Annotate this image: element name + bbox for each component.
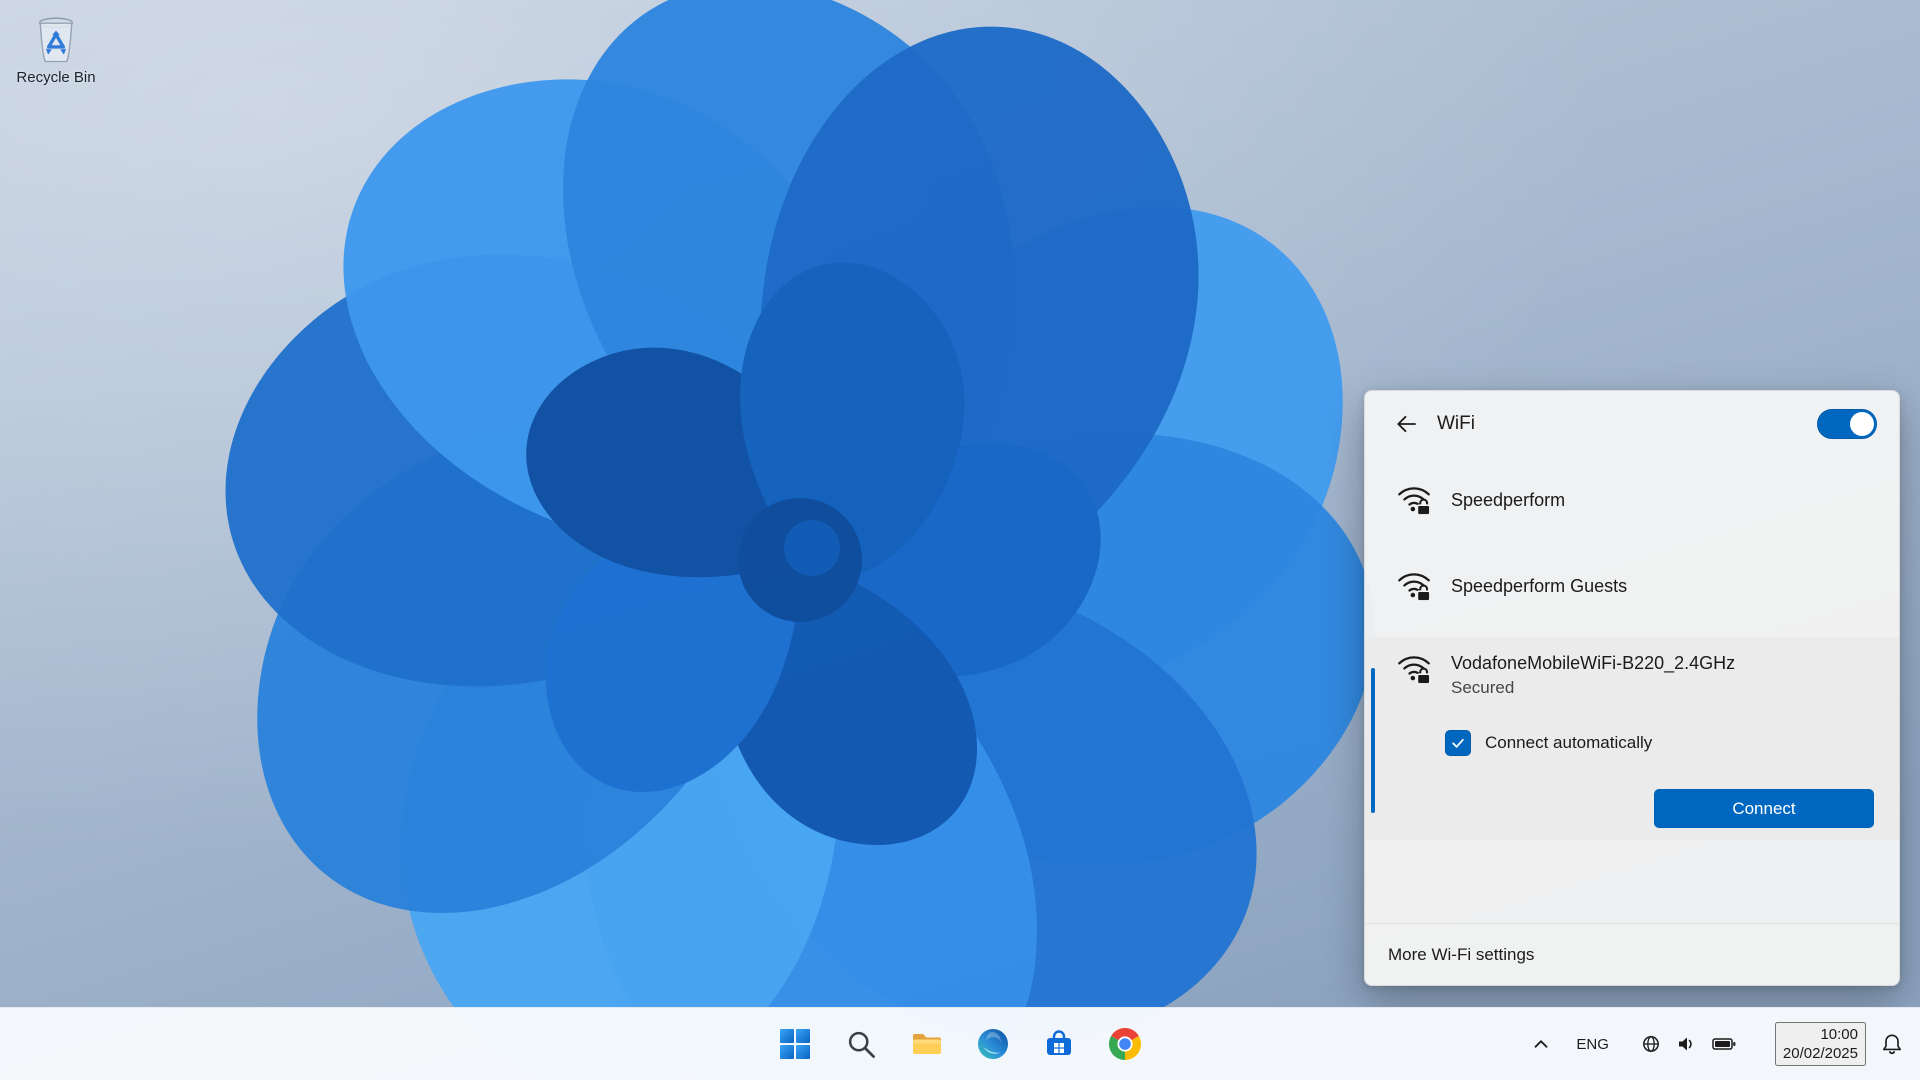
file-explorer-button[interactable] xyxy=(905,1022,949,1066)
clock[interactable]: 10:00 20/02/2025 xyxy=(1774,1022,1866,1066)
recycle-bin-label: Recycle Bin xyxy=(16,69,96,86)
taskbar-tray: ENG 10:00 20/02/2025 xyxy=(1524,1008,1910,1080)
selection-indicator xyxy=(1371,668,1375,813)
selected-network-name: VodafoneMobileWiFi-B220_2.4GHz xyxy=(1451,653,1736,673)
volume-icon xyxy=(1678,1037,1692,1051)
network-list: Speedperform Speedperform Guests Vodafon… xyxy=(1365,457,1899,840)
chevron-up-icon xyxy=(1534,1040,1548,1048)
network-name: Speedperform Guests xyxy=(1451,575,1628,596)
connect-automatically-row[interactable]: Connect automatically xyxy=(1445,730,1652,756)
battery-icon xyxy=(1712,1038,1736,1050)
wifi-toggle[interactable] xyxy=(1817,409,1877,439)
wifi-panel-header: WiFi xyxy=(1365,391,1899,457)
start-icon xyxy=(780,1029,810,1059)
chrome-button[interactable] xyxy=(1103,1022,1147,1066)
edge-button[interactable] xyxy=(971,1022,1015,1066)
recycle-bin-icon xyxy=(39,17,73,63)
checkmark-icon xyxy=(1452,738,1464,748)
quick-settings-icons xyxy=(1641,1034,1737,1054)
tray-date: 20/02/2025 xyxy=(1782,1045,1858,1062)
tray-time: 10:00 xyxy=(1820,1026,1858,1043)
desktop: Recycle Bin WiFi Speedperform Speedperfo… xyxy=(0,0,1920,1080)
wifi-secured-icon xyxy=(1397,654,1431,684)
notifications-button[interactable] xyxy=(1874,1022,1910,1066)
selected-network-header: VodafoneMobileWiFi-B220_2.4GHz Secured xyxy=(1365,637,1899,700)
checkbox-checked-icon[interactable] xyxy=(1445,730,1471,756)
language-indicator[interactable]: ENG xyxy=(1570,1022,1615,1066)
network-item-speedperform[interactable]: Speedperform xyxy=(1365,457,1899,543)
connect-automatically-label: Connect automatically xyxy=(1485,733,1653,752)
wifi-secured-icon xyxy=(1397,485,1431,515)
hidden-icons-button[interactable] xyxy=(1524,1022,1558,1066)
wifi-toggle-knob xyxy=(1850,412,1874,436)
taskbar: ENG 10:00 20/02/2025 xyxy=(0,1007,1920,1080)
recycle-bin[interactable]: Recycle Bin xyxy=(6,12,106,86)
back-button[interactable] xyxy=(1387,406,1425,442)
wifi-panel-title: WiFi xyxy=(1437,413,1475,434)
file-explorer-icon xyxy=(913,1034,941,1054)
wifi-secured-icon xyxy=(1397,571,1431,601)
more-wifi-settings-link[interactable]: More Wi-Fi settings xyxy=(1388,945,1534,965)
chrome-icon xyxy=(1109,1028,1141,1060)
taskbar-center-icons xyxy=(773,1008,1147,1080)
connect-button[interactable]: Connect xyxy=(1654,789,1874,828)
network-item-speedperform-guests[interactable]: Speedperform Guests xyxy=(1365,543,1899,629)
wifi-panel-footer: More Wi-Fi settings xyxy=(1365,923,1899,985)
edge-icon xyxy=(978,1029,1008,1059)
search-icon xyxy=(848,1031,875,1058)
start-button[interactable] xyxy=(773,1022,817,1066)
network-item-vodafone-expanded[interactable]: VodafoneMobileWiFi-B220_2.4GHz Secured C… xyxy=(1365,637,1899,840)
back-arrow-icon xyxy=(1397,415,1416,433)
microsoft-store-icon xyxy=(1047,1030,1071,1055)
search-button[interactable] xyxy=(839,1022,883,1066)
quick-settings-button[interactable] xyxy=(1625,1022,1753,1066)
wifi-flyout-panel: WiFi Speedperform Speedperform Guests Vo… xyxy=(1364,390,1900,986)
bell-icon xyxy=(1883,1034,1901,1055)
selected-network-status: Secured xyxy=(1451,678,1515,697)
network-name: Speedperform xyxy=(1451,489,1566,510)
microsoft-store-button[interactable] xyxy=(1037,1022,1081,1066)
network-globe-icon xyxy=(1642,1036,1659,1052)
